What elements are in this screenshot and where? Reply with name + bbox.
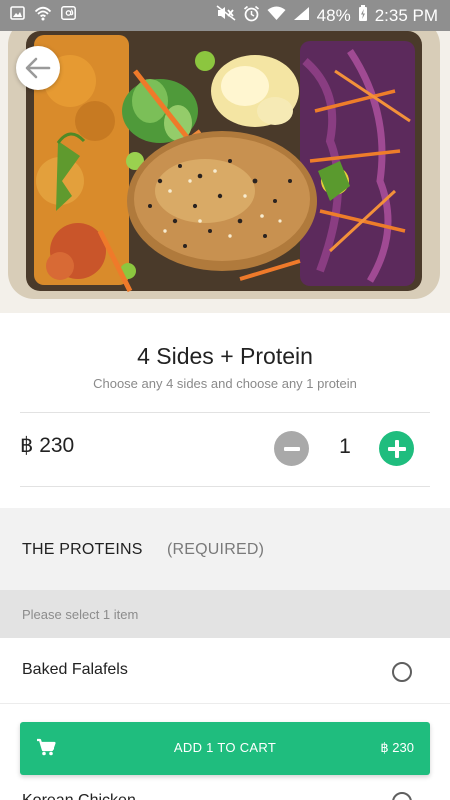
wifi-hotspot-icon <box>34 5 52 26</box>
battery-percent: 48% <box>316 5 351 25</box>
clock: 2:35 PM <box>374 5 438 25</box>
back-button[interactable] <box>16 46 60 90</box>
section-title: THE PROTEINS <box>22 541 143 558</box>
image-icon <box>10 6 25 25</box>
bento-meal-photo <box>0 31 450 313</box>
wifi-icon <box>267 6 286 26</box>
at-sign-icon <box>61 6 76 25</box>
increase-quantity-button[interactable] <box>379 431 414 466</box>
cart-price: ฿ 230 <box>380 740 414 755</box>
section-required-label: (REQUIRED) <box>167 541 265 558</box>
product-title: 4 Sides + Protein <box>137 343 313 369</box>
status-right-icons: 48% 2:35 PM <box>216 4 438 27</box>
select-hint: Please select 1 item <box>22 607 139 622</box>
charging-icon <box>358 4 368 27</box>
product-subtitle: Choose any 4 sides and choose any 1 prot… <box>93 376 357 391</box>
plus-icon <box>387 439 406 458</box>
arrow-left-icon <box>25 57 51 79</box>
option-label: Baked Falafels <box>22 661 128 678</box>
mute-icon <box>216 5 236 26</box>
product-price: ฿ 230 <box>20 434 75 457</box>
minus-icon <box>283 446 300 451</box>
add-to-cart-button[interactable]: ADD 1 TO CART ฿ 230 <box>20 722 430 775</box>
signal-icon <box>293 6 310 26</box>
hero-image <box>0 31 450 313</box>
quantity-value: 1 <box>339 435 351 458</box>
option-label: Korean Chicken <box>22 792 136 800</box>
alarm-icon <box>243 5 260 27</box>
divider <box>20 486 430 487</box>
add-to-cart-label: ADD 1 TO CART <box>173 740 277 755</box>
option-radio[interactable] <box>392 662 412 682</box>
divider <box>20 412 430 413</box>
status-left-icons <box>10 5 76 26</box>
option-radio[interactable] <box>392 792 412 800</box>
status-bar: 48% 2:35 PM <box>0 0 450 31</box>
option-row[interactable]: Baked Falafels <box>0 638 450 704</box>
decrease-quantity-button[interactable] <box>274 431 309 466</box>
